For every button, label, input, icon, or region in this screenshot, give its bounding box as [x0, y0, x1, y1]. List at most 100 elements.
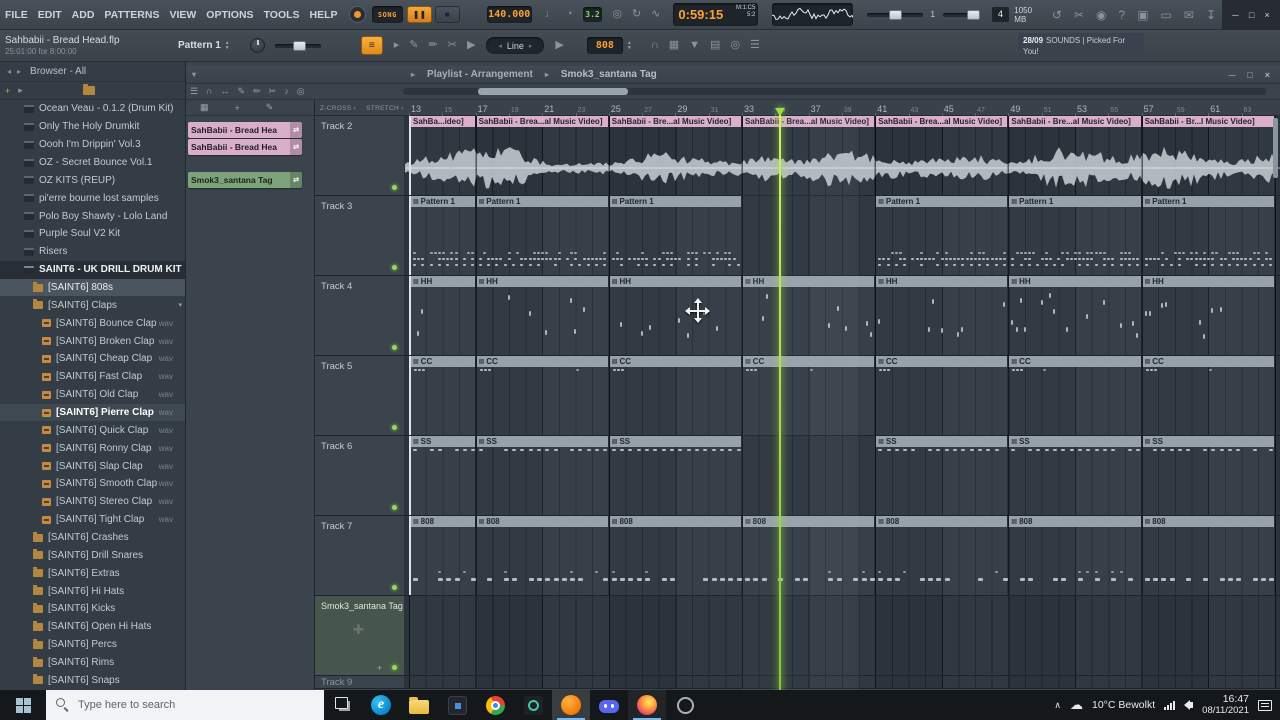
edge-app[interactable]: e	[362, 690, 400, 720]
menu-help[interactable]: HELP	[305, 9, 343, 21]
browser-item[interactable]: [SAINT6] Bounce Clap wav	[0, 314, 185, 332]
shuffle-icon[interactable]: ∿	[651, 9, 660, 20]
weather-text[interactable]: 10°C Bewolkt	[1092, 699, 1155, 711]
audio-clip[interactable]: SahBabii - Brea...al Music Video]	[742, 116, 876, 195]
menu-edit[interactable]: EDIT	[33, 9, 67, 21]
track-lane[interactable]: ▤ HH ▤ HH ▤ HH ▤ HH ▤ HH ▤ HH ▤ HH	[405, 276, 1280, 355]
menu-file[interactable]: FILE	[0, 9, 33, 21]
track-lane[interactable]: SahBa...ideo] SahBabii - Brea...al Music …	[405, 116, 1280, 195]
menu-tools[interactable]: TOOLS	[259, 9, 305, 21]
browser-item[interactable]: Oooh I'm Drippin' Vol.3	[0, 136, 185, 154]
metronome-icon[interactable]: ♩	[545, 9, 556, 20]
track-lane[interactable]	[405, 676, 1280, 688]
pattern-selector[interactable]: Pattern 1 ▲ ▼	[178, 40, 230, 51]
clock[interactable]: 16:47 08/11/2021	[1202, 693, 1249, 717]
zoom-icon[interactable]: ◎	[297, 87, 305, 96]
pattern-clip[interactable]: ▤ SS	[475, 436, 609, 515]
value-stepper[interactable]: ▲ ▼	[627, 40, 632, 51]
track-lane[interactable]: ▤ Pattern 1 ▤ Pattern 1 ▤ Pattern 1 ▤ Pattern 1…	[405, 196, 1280, 275]
slice-icon[interactable]: ✂	[448, 40, 457, 51]
browser-item[interactable]: SAINT6 - UK DRILL DRUM KIT	[0, 260, 185, 279]
pattern-clip[interactable]: ▤ SS	[875, 436, 1009, 515]
monitor-icon[interactable]: ▭	[1161, 9, 1172, 21]
shape-tool-select[interactable]: ◂ Line ▸	[486, 37, 545, 54]
clip-swap-icon[interactable]: ⇄	[290, 172, 302, 188]
mini-slider-thumb[interactable]	[292, 40, 306, 51]
browser-item[interactable]: OZ - Secret Bounce Vol.1	[0, 154, 185, 172]
pattern-clip[interactable]: ▤ Pattern 1	[608, 196, 742, 275]
browser-item[interactable]: [SAINT6] Hi Hats	[0, 582, 185, 600]
picker-clip[interactable]: SahBabii - Bread Hea ⇄	[188, 122, 302, 138]
network-icon[interactable]	[1164, 700, 1176, 710]
browser-item[interactable]: [SAINT6] Claps ▾	[0, 296, 185, 314]
pattern-clip[interactable]: ▤ 808	[1008, 516, 1142, 595]
vertical-scrollbar-thumb[interactable]	[1273, 118, 1278, 178]
browser-item[interactable]: [SAINT6] Slap Clap wav	[0, 457, 185, 475]
song-pattern-mode-display[interactable]: SONG	[371, 6, 404, 23]
wait-icon[interactable]: ◔	[566, 9, 573, 20]
browser-item[interactable]: [SAINT6] Smooth Clap wav	[0, 475, 185, 493]
track-header[interactable]: Track 3	[315, 196, 405, 275]
browser-back-icon[interactable]: ◂	[7, 67, 11, 76]
track-header[interactable]: Track 7	[315, 516, 405, 595]
save-icon[interactable]: ▣	[1137, 9, 1148, 21]
browser-item[interactable]: OZ KITS (REUP)	[0, 171, 185, 189]
track-armed-led[interactable]	[392, 585, 397, 590]
pattern-clip[interactable]: ▤ HH	[409, 276, 476, 355]
browser-folder-icon[interactable]	[82, 84, 95, 95]
track-armed-led[interactable]	[392, 425, 397, 430]
pattern-clip[interactable]: ▤ CC	[875, 356, 1009, 435]
playback-marker-icon[interactable]: ▶	[555, 40, 563, 51]
hscroll-thumb[interactable]	[478, 88, 628, 95]
grid-icon[interactable]: ▦	[669, 40, 679, 51]
browser-item[interactable]: Purple Soul V2 Kit	[0, 225, 185, 243]
taskview-button[interactable]	[324, 690, 362, 720]
mini-slider[interactable]	[274, 40, 321, 51]
playlist-maximize-button[interactable]: □	[1247, 70, 1252, 80]
stretch-label[interactable]: STRETCH ▾	[366, 105, 404, 112]
picker-clip[interactable]: SahBabii - Bread Hea ⇄	[188, 139, 302, 155]
download-icon[interactable]: ↧	[1206, 9, 1216, 21]
browser-item[interactable]: Only The Holy Drumkit	[0, 118, 185, 136]
master-volume-slider[interactable]	[867, 9, 923, 20]
pattern-clip[interactable]: ▤ HH	[875, 276, 1009, 355]
tray-expand-icon[interactable]: ∧	[1054, 700, 1061, 711]
paint-icon[interactable]: ✏	[429, 40, 438, 51]
picker-grid-icon[interactable]: ▦	[200, 102, 209, 113]
close-button[interactable]: ×	[1264, 10, 1269, 20]
audio-clip[interactable]: SahBabii - Brea...al Music Video]	[475, 116, 609, 195]
loop-icon[interactable]: ↻	[632, 9, 641, 20]
zoom-icon[interactable]: ◎	[730, 40, 740, 51]
pattern-stepper[interactable]: ▲ ▼	[225, 40, 230, 51]
pattern-clip[interactable]: ▤ CC	[608, 356, 742, 435]
track-header[interactable]: Track 4	[315, 276, 405, 355]
marker-icon[interactable]: ▼	[689, 40, 700, 51]
pattern-clip[interactable]: ▤ CC	[475, 356, 609, 435]
playlist-titlebar[interactable]: ▾ ▸ Playlist - Arrangement ▸ Smok3_santa…	[186, 66, 1280, 84]
pattern-clip[interactable]: ▤ 808	[1141, 516, 1275, 595]
action-center-icon[interactable]	[1258, 699, 1272, 711]
browser-item[interactable]: [SAINT6] Pierre Clap wav	[0, 403, 185, 422]
dark-app[interactable]	[438, 690, 476, 720]
volume-thumb[interactable]	[889, 9, 903, 20]
picker-pencil-icon[interactable]: ✎	[266, 102, 274, 113]
pattern-clip[interactable]: ▤ Pattern 1	[1141, 196, 1275, 275]
magnet-icon[interactable]: ∩	[206, 87, 212, 96]
paint-icon[interactable]: ✏	[253, 87, 261, 96]
browser-item[interactable]: [SAINT6] Snaps	[0, 672, 185, 690]
track-header[interactable]: Track 9	[315, 676, 405, 688]
slip-icon[interactable]: ↔	[221, 87, 230, 96]
magnet-icon[interactable]: ∩	[651, 40, 659, 51]
browser-item[interactable]: [SAINT6] 808s	[0, 278, 185, 297]
maximize-button[interactable]: □	[1249, 10, 1254, 20]
audio-clip[interactable]: SahBa...ideo]	[409, 116, 476, 195]
browser-item[interactable]: [SAINT6] Tight Clap wav	[0, 511, 185, 529]
clip-swap-icon[interactable]: ⇄	[290, 139, 302, 155]
pattern-clip[interactable]: ▤ SS	[1141, 436, 1275, 515]
draw-icon[interactable]: ✎	[409, 40, 418, 51]
minimize-button[interactable]: ─	[1232, 10, 1238, 20]
mute-icon[interactable]: ♪	[284, 87, 289, 96]
browser-item[interactable]: [SAINT6] Cheap Clap wav	[0, 350, 185, 368]
mic-icon[interactable]: ◉	[1096, 9, 1106, 21]
pattern-clip[interactable]: ▤ 808	[475, 516, 609, 595]
